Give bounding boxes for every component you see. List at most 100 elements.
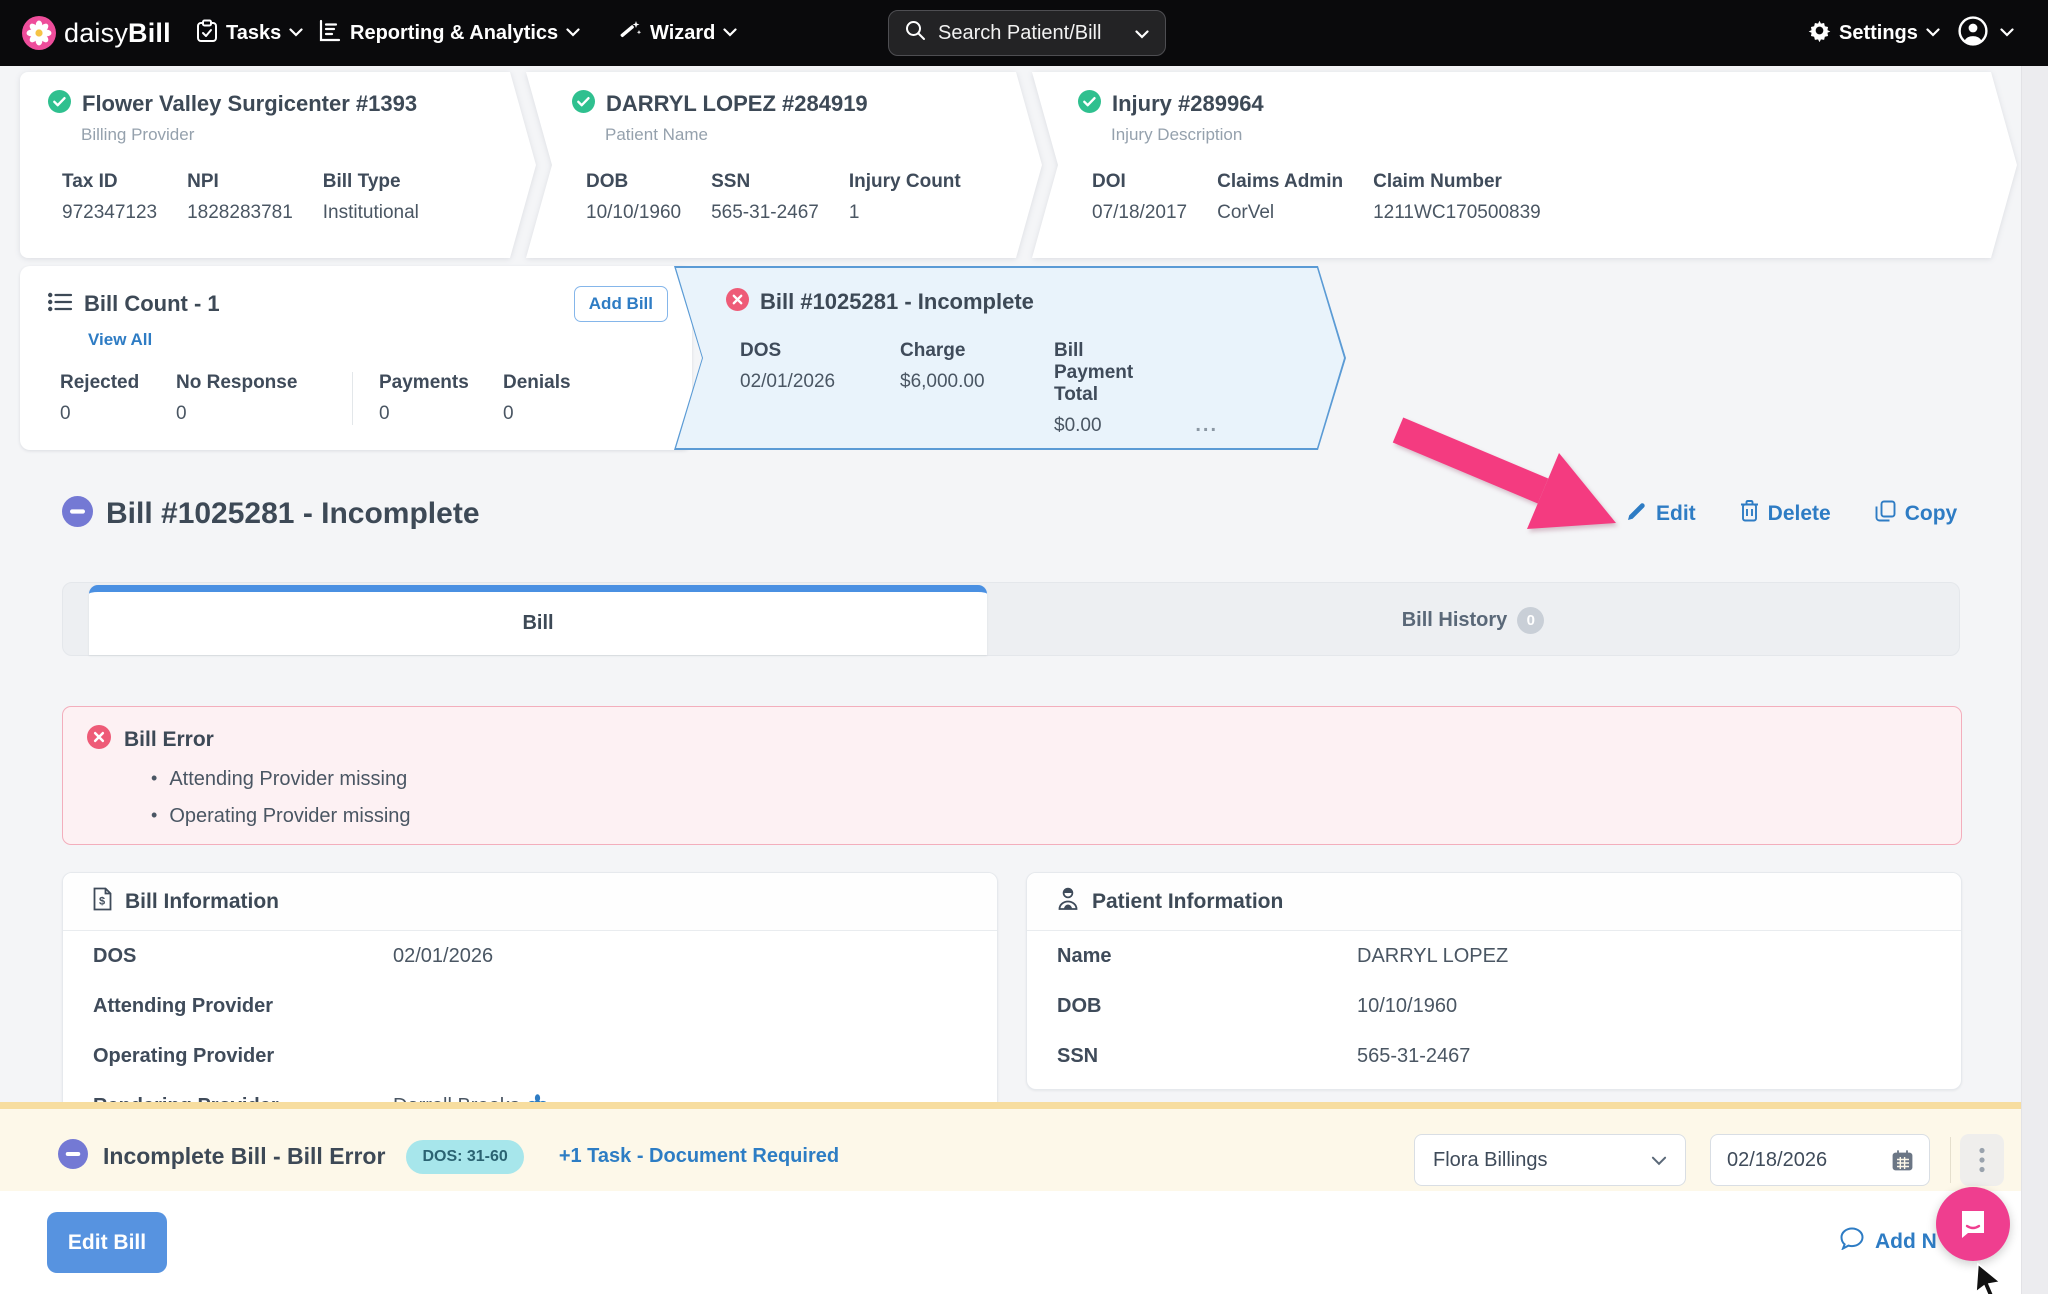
mouse-cursor [1970,1262,2010,1294]
copy-icon [1875,500,1896,528]
stat-bill-payment-total: Bill Payment Total$0.00 [1054,340,1161,437]
more-options-button[interactable] [1960,1134,2004,1186]
status-text: Incomplete Bill - Bill Error [103,1143,385,1170]
billing-provider-subtitle: Billing Provider [81,125,506,145]
history-count-badge: 0 [1517,607,1544,634]
divider [1950,1137,1951,1183]
search-icon [905,20,926,47]
stat-rejected: Rejected0 [60,372,176,425]
svg-text:$: $ [99,896,105,908]
bill-tabs: Bill Bill History 0 [62,582,1960,656]
delete-link[interactable]: Delete [1740,500,1831,528]
page-title: Bill #1025281 - Incomplete [106,497,480,531]
trash-icon [1740,500,1759,528]
chat-bubble-icon [1840,1227,1864,1256]
breadcrumb-card-injury[interactable]: Injury #289964 Injury Description DOI07/… [1032,72,2017,258]
row-operating-provider: Operating Provider [63,1031,997,1081]
bill-card-title: Bill #1025281 - Incomplete [760,289,1034,315]
kebab-icon [1979,1147,1985,1173]
annotation-arrow [1380,408,1660,568]
chevron-down-icon [1651,1149,1667,1172]
nav-item-wizard[interactable]: Wizard [618,0,737,66]
add-bill-button[interactable]: Add Bill [574,286,668,322]
check-circle-icon [1078,90,1101,118]
bill-status-bar: Incomplete Bill - Bill Error DOS: 31-60 … [0,1102,2048,1191]
app-window: daisyBill Tasks Reporting & Analytics [0,0,2048,1294]
chevron-down-icon [289,24,303,42]
chevron-down-icon [566,24,580,42]
edit-link[interactable]: Edit [1626,501,1696,528]
stat-doi: DOI07/18/2017 [1092,171,1187,224]
stat-no-response: No Response0 [176,372,326,425]
x-circle-icon [87,725,111,754]
patient-information-panel: Patient Information NameDARRYL LOPEZ DOB… [1026,872,1962,1090]
footer-actions: Edit Bill Add N [0,1191,2048,1294]
bill-information-title: Bill Information [125,890,279,914]
account-menu[interactable] [1958,0,2014,66]
stat-npi: NPI1828283781 [187,171,293,224]
check-circle-icon [48,90,71,118]
assignee-select[interactable]: Flora Billings [1414,1134,1686,1186]
minus-circle-icon [58,1139,88,1174]
bill-chevron-card[interactable]: Bill #1025281 - Incomplete DOS02/01/2026… [674,266,1346,450]
nav-item-settings[interactable]: Settings [1808,0,1940,66]
check-circle-icon [572,90,595,118]
breadcrumb-card-patient[interactable]: DARRYL LOPEZ #284919 Patient Name DOB10/… [526,72,1042,258]
injury-title: Injury #289964 [1112,91,1264,117]
bill-information-panel: $ Bill Information DOS02/01/2026 Attendi… [62,872,998,1134]
tab-bill[interactable]: Bill [89,585,987,655]
top-nav: daisyBill Tasks Reporting & Analytics [0,0,2048,66]
brand[interactable]: daisyBill [22,0,171,66]
chevron-down-icon [2000,24,2014,42]
bill-count-card: Bill Count - 1 Add Bill View All Rejecte… [20,266,692,450]
bill-error-box: Bill Error •Attending Provider missing •… [62,706,1962,845]
stat-tax-id: Tax ID972347123 [62,171,157,224]
chevron-down-icon [1135,22,1149,45]
stat-dob: DOB10/10/1960 [586,171,681,224]
billing-provider-title: Flower Valley Surgicenter #1393 [82,91,417,117]
stat-dos: DOS02/01/2026 [740,340,866,437]
pencil-icon [1626,501,1647,528]
breadcrumb-card-billing-provider[interactable]: Flower Valley Surgicenter #1393 Billing … [20,72,536,258]
view-all-link[interactable]: View All [88,330,152,350]
row-attending-provider: Attending Provider [63,981,997,1031]
stat-claim-number: Claim Number1211WC170500839 [1373,171,1541,224]
patient-information-title: Patient Information [1092,890,1283,914]
row-ssn: SSN565-31-2467 [1027,1031,1961,1081]
patient-title: DARRYL LOPEZ #284919 [606,91,868,117]
more-dots[interactable]: ... [1195,414,1218,437]
add-note-link[interactable]: Add N [1840,1227,1937,1256]
vertical-scrollbar[interactable] [2021,66,2048,1294]
chat-widget-button[interactable] [1936,1187,2010,1261]
stat-ssn: SSN565-31-2467 [711,171,819,224]
chat-widget-icon [1956,1207,1990,1241]
nav-item-reporting-analytics[interactable]: Reporting & Analytics [318,0,580,66]
due-date-input[interactable]: 02/18/2026 [1710,1134,1930,1186]
error-item: •Operating Provider missing [151,805,1937,828]
edit-bill-button[interactable]: Edit Bill [47,1212,167,1273]
daisybill-logo-icon [22,16,56,50]
chevron-down-icon [723,24,737,42]
bill-document-icon: $ [93,887,112,916]
date-value: 02/18/2026 [1727,1149,1827,1172]
stat-injury-count: Injury Count1 [849,171,961,224]
tab-bill-history[interactable]: Bill History 0 [987,583,1959,657]
wand-icon [618,19,642,48]
row-name: NameDARRYL LOPEZ [1027,931,1961,981]
assignee-value: Flora Billings [1433,1149,1547,1172]
minus-circle-icon [62,496,93,532]
search-patient-bill-button[interactable]: Search Patient/Bill [888,10,1166,56]
error-title: Bill Error [124,728,214,752]
gear-icon [1808,19,1831,47]
nav-item-tasks[interactable]: Tasks [196,0,303,66]
row-dos: DOS02/01/2026 [63,931,997,981]
chart-icon [318,19,342,48]
clipboard-icon [196,19,218,48]
bill-count-title: Bill Count - 1 [84,291,220,317]
patient-icon [1057,887,1079,916]
user-avatar-icon [1958,16,1988,51]
copy-link[interactable]: Copy [1875,500,1958,528]
stat-bill-type: Bill TypeInstitutional [323,171,419,224]
list-icon [48,291,73,318]
task-required-link[interactable]: +1 Task - Document Required [559,1145,839,1168]
